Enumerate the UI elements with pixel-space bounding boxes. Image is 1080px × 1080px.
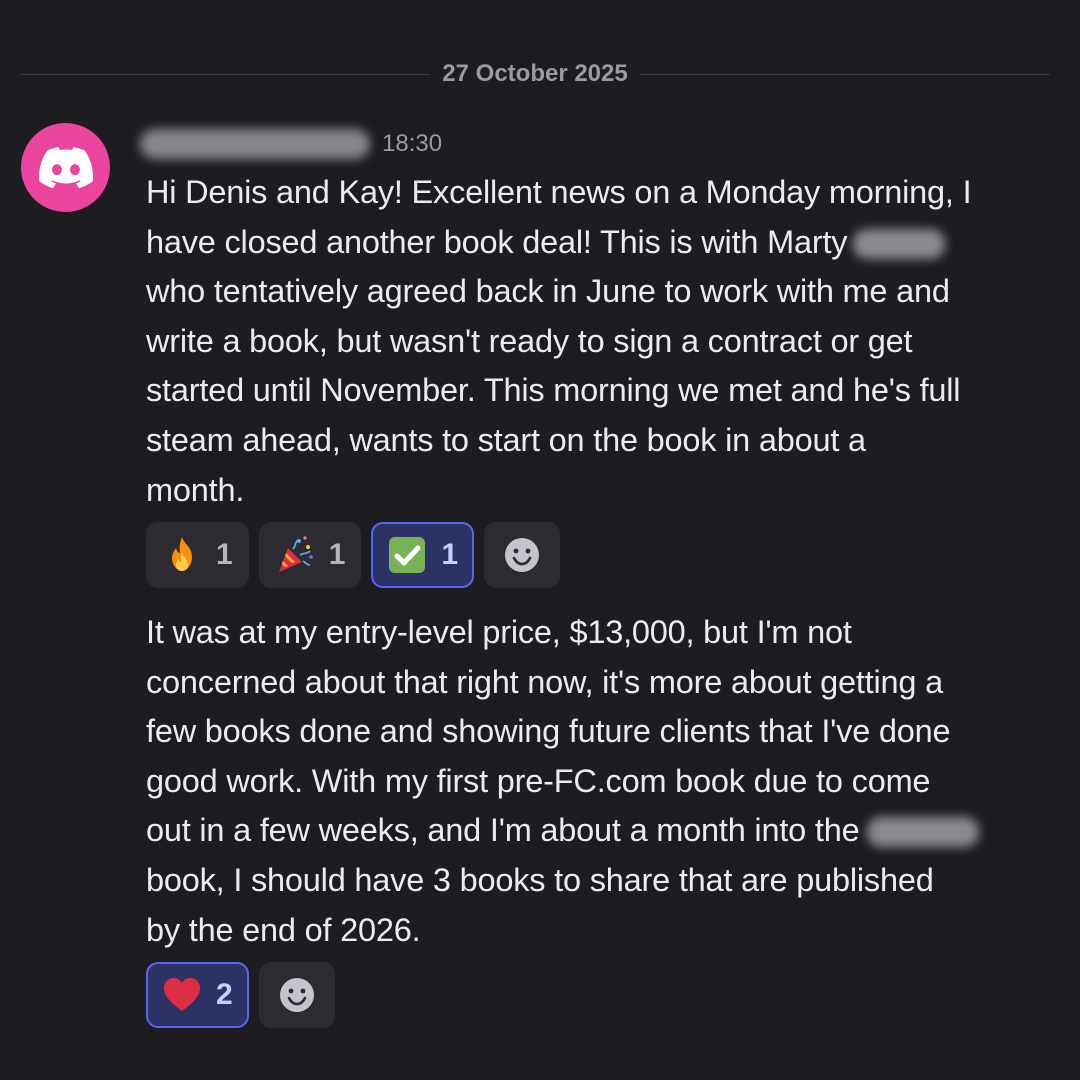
date-divider: 27 October 2025 <box>20 58 1050 90</box>
message-line: write a book, but wasn't ready to sign a… <box>146 322 913 359</box>
username-redacted[interactable] <box>140 129 370 159</box>
reaction-count: 1 <box>441 538 459 571</box>
reaction-count: 2 <box>216 978 233 1011</box>
message-line: book, I should have 3 books to share tha… <box>146 861 934 898</box>
smiley-icon <box>505 538 540 572</box>
message-line: by the end of 2026. <box>146 911 421 948</box>
reaction-bar: 2 <box>146 962 335 1028</box>
message-line: who tentatively agreed back in June to w… <box>146 273 950 310</box>
reaction-check-mark[interactable]: 1 <box>371 522 475 588</box>
party-popper-icon <box>278 536 313 572</box>
reaction-heart[interactable]: 2 <box>146 962 249 1028</box>
chat-view: 27 October 2025 18:30 Hi Denis and Kay! … <box>0 0 1080 1080</box>
date-divider-label: 27 October 2025 <box>442 60 628 87</box>
reaction-count: 1 <box>216 538 233 571</box>
smiley-icon <box>279 978 314 1012</box>
message-line: month. <box>146 471 245 508</box>
message-body-1: Hi Denis and Kay! Excellent news on a Mo… <box>146 168 1046 515</box>
message-line: have closed another book deal! This is w… <box>146 218 1046 268</box>
divider-line-right <box>639 73 1050 75</box>
message-timestamp[interactable]: 18:30 <box>382 130 442 158</box>
red-heart-icon <box>164 978 200 1011</box>
add-reaction-button[interactable] <box>484 522 561 588</box>
message-header: 18:30 <box>140 122 442 166</box>
reaction-fire[interactable]: 1 <box>146 522 249 588</box>
message-line: few books done and showing future client… <box>146 713 951 750</box>
check-mark-button-icon <box>389 537 426 573</box>
divider-line-left <box>20 73 431 75</box>
message-line-text: have closed another book deal! This is w… <box>146 223 848 260</box>
redacted-surname <box>853 228 946 259</box>
reaction-party-popper[interactable]: 1 <box>258 522 362 588</box>
message-line: steam ahead, wants to start on the book … <box>146 421 866 458</box>
fire-emoji-icon <box>172 537 192 571</box>
reaction-count: 1 <box>328 538 346 571</box>
message-line: good work. With my first pre-FC.com book… <box>146 762 931 799</box>
message-line: out in a few weeks, and I'm about a mont… <box>146 806 1046 856</box>
message-line-text: out in a few weeks, and I'm about a mont… <box>146 812 860 849</box>
message-line: concerned about that right now, it's mor… <box>146 663 943 700</box>
discord-logo-icon <box>38 146 93 188</box>
reaction-bar: 1 1 1 <box>146 522 561 588</box>
redacted-book-title <box>867 817 980 848</box>
message-line: It was at my entry-level price, $13,000,… <box>146 614 852 650</box>
add-reaction-button[interactable] <box>258 962 335 1028</box>
message-body-2: It was at my entry-level price, $13,000,… <box>146 608 1046 955</box>
message-line: started until November. This morning we … <box>146 372 961 409</box>
avatar[interactable] <box>21 123 110 212</box>
message-line: Hi Denis and Kay! Excellent news on a Mo… <box>146 174 972 210</box>
